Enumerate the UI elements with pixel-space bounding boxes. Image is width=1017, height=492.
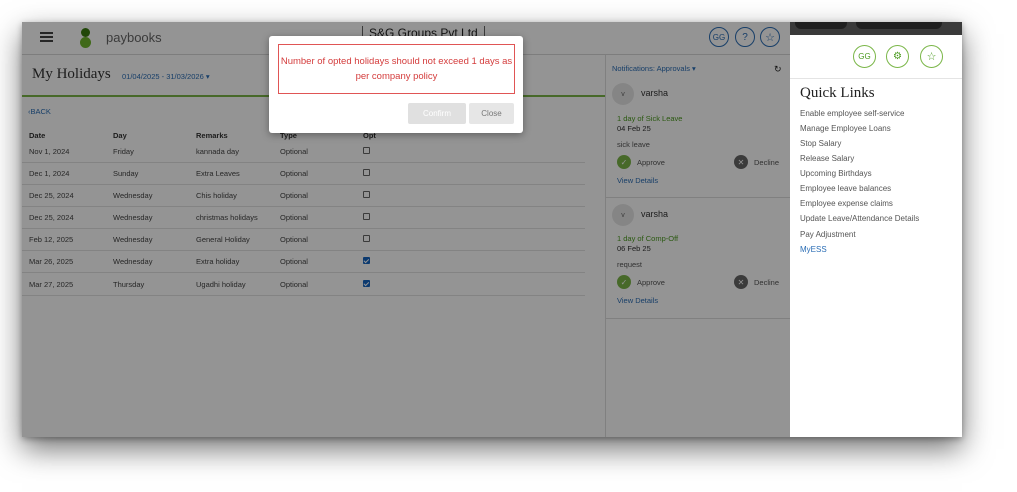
quick-link[interactable]: Update Leave/Attendance Details	[800, 214, 919, 223]
star-icon[interactable]: ☆	[920, 45, 943, 68]
divider	[790, 78, 962, 79]
error-dialog: Number of opted holidays should not exce…	[269, 36, 523, 133]
app-window: paybooks S&G Groups Pvt Ltd GG ? ☆ My Ho…	[22, 22, 962, 437]
quick-link[interactable]: Enable employee self-service	[800, 109, 905, 118]
quick-links-panel: GG ⚙ ☆ Quick Links Enable employee self-…	[790, 22, 962, 437]
panel-top-strip	[790, 22, 962, 35]
close-button[interactable]: Close	[469, 103, 514, 124]
quick-link[interactable]: Employee leave balances	[800, 184, 891, 193]
user-initials-button[interactable]: GG	[853, 45, 876, 68]
quick-link[interactable]: Stop Salary	[800, 139, 841, 148]
quick-link[interactable]: Pay Adjustment	[800, 230, 856, 239]
quick-link[interactable]: Release Salary	[800, 154, 854, 163]
screenshot-stage: paybooks S&G Groups Pvt Ltd GG ? ☆ My Ho…	[0, 0, 1017, 492]
main-app: paybooks S&G Groups Pvt Ltd GG ? ☆ My Ho…	[22, 22, 791, 437]
settings-gear-icon[interactable]: ⚙	[886, 45, 909, 68]
quick-links-title: Quick Links	[800, 85, 875, 101]
quick-link-myess[interactable]: MyESS	[800, 245, 827, 254]
quick-link[interactable]: Upcoming Birthdays	[800, 169, 872, 178]
quick-link[interactable]: Employee expense claims	[800, 199, 893, 208]
error-message: Number of opted holidays should not exce…	[278, 44, 515, 94]
quick-link[interactable]: Manage Employee Loans	[800, 124, 891, 133]
confirm-button[interactable]: Confirm	[408, 103, 466, 124]
